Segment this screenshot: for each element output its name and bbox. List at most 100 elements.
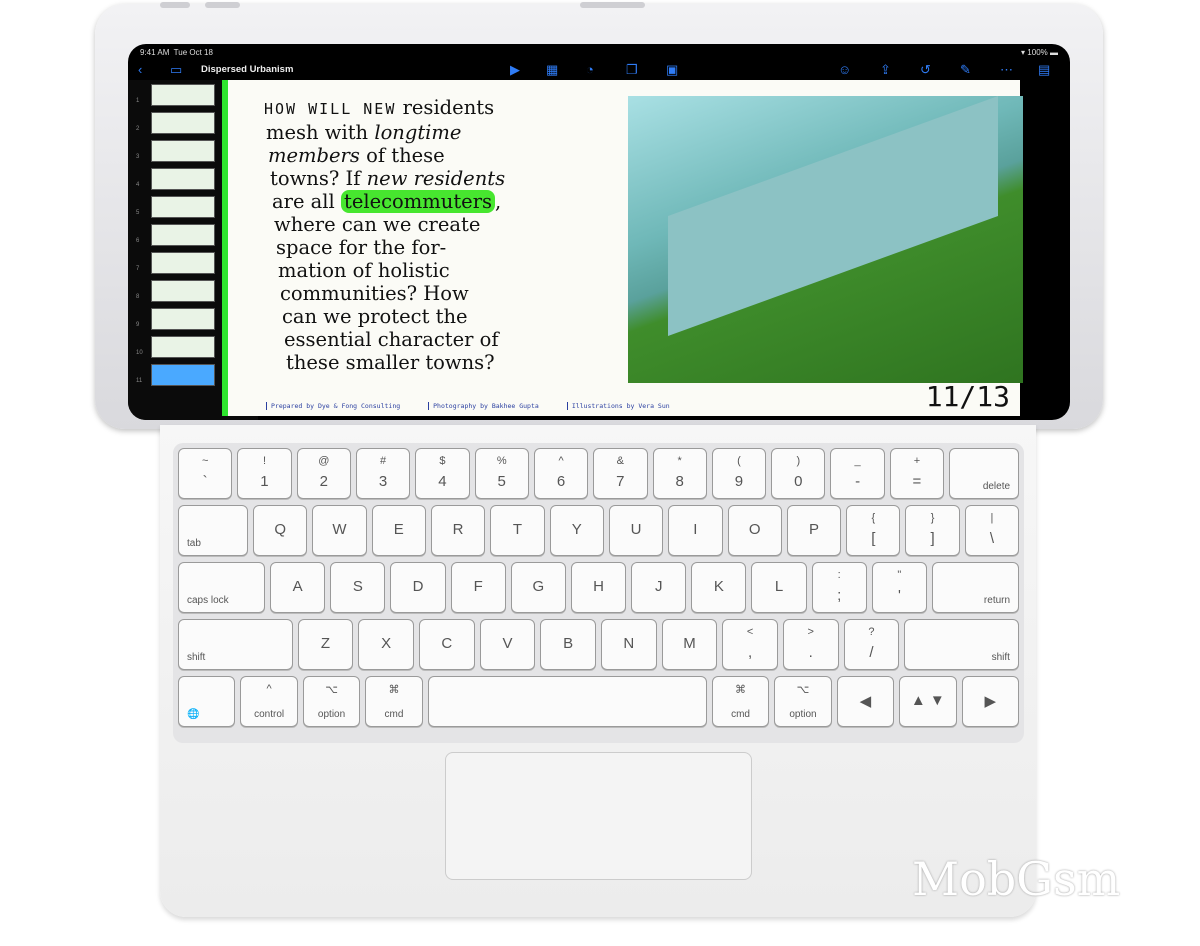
- key-label: J: [654, 578, 663, 595]
- back-icon[interactable]: ‹: [138, 62, 142, 77]
- key-y[interactable]: Y: [549, 505, 604, 556]
- key-2[interactable]: @2: [296, 448, 351, 499]
- document-icon[interactable]: ▤: [1038, 62, 1050, 78]
- key--[interactable]: _ -: [830, 448, 885, 499]
- key-▶[interactable]: ▶: [961, 676, 1019, 727]
- slide-photo[interactable]: [628, 95, 1023, 383]
- key-control[interactable]: ^ control: [240, 676, 298, 727]
- slide-thumbnail[interactable]: [151, 336, 215, 358]
- slide-thumbnail[interactable]: [151, 224, 215, 246]
- key-j[interactable]: J: [631, 562, 687, 613]
- key-o[interactable]: O: [727, 505, 782, 556]
- key-=[interactable]: + =: [889, 448, 945, 499]
- key-z[interactable]: Z: [297, 619, 354, 670]
- key-label: Z: [320, 635, 331, 652]
- key-delete[interactable]: delete: [949, 448, 1020, 499]
- key-.[interactable]: >.: [782, 619, 839, 670]
- key-space[interactable]: [427, 676, 707, 727]
- shapes-icon[interactable]: ❐: [626, 62, 638, 78]
- slide-thumbnail[interactable]: [151, 168, 215, 190]
- trackpad[interactable]: [445, 752, 752, 880]
- slide-thumbnail[interactable]: [151, 252, 215, 274]
- key-shift[interactable]: shift: [178, 619, 293, 670]
- key-d[interactable]: D: [390, 562, 446, 613]
- key-l[interactable]: L: [751, 562, 807, 613]
- key-6[interactable]: ^ 6: [533, 448, 589, 499]
- slide-thumbnail[interactable]: [151, 280, 215, 302]
- key-\[interactable]: | \: [964, 505, 1020, 556]
- key-cmd[interactable]: ⌘ cmd: [711, 676, 770, 727]
- key-label: M: [683, 635, 696, 652]
- key-,[interactable]: <,: [722, 619, 778, 670]
- key-][interactable]: }]: [905, 505, 960, 556]
- key-◀[interactable]: ◀: [836, 676, 895, 727]
- key-7[interactable]: & 7: [593, 448, 648, 499]
- slide-thumbnail[interactable]: [151, 140, 215, 162]
- key-s[interactable]: S: [330, 562, 386, 613]
- key-u[interactable]: U: [608, 505, 664, 556]
- table-icon[interactable]: ▦: [546, 62, 558, 78]
- format-brush-icon[interactable]: ✎: [960, 62, 971, 78]
- key-cmd[interactable]: ⌘ cmd: [365, 676, 423, 727]
- slide-thumbnail[interactable]: [151, 196, 215, 218]
- key-m[interactable]: M: [661, 619, 718, 670]
- key-`[interactable]: ~ `: [178, 448, 233, 499]
- key-w[interactable]: W: [312, 505, 367, 556]
- key-1[interactable]: ! 1: [237, 448, 292, 499]
- key-i[interactable]: I: [668, 505, 723, 556]
- key-p[interactable]: P: [786, 505, 842, 556]
- key-r[interactable]: R: [430, 505, 486, 556]
- key-/[interactable]: ? /: [843, 619, 900, 670]
- toolbar: ‹ ▭ Dispersed Urbanism ▶ ▦ ◔ ❐ ▣ ☺ ⇪ ↺ ✎…: [128, 60, 1070, 80]
- key-e[interactable]: E: [371, 505, 426, 556]
- more-icon[interactable]: ⋯: [1000, 62, 1013, 78]
- key-a[interactable]: A: [270, 562, 326, 613]
- sidebar-icon[interactable]: ▭: [170, 62, 182, 78]
- key-c[interactable]: C: [419, 619, 475, 670]
- key-n[interactable]: N: [600, 619, 657, 670]
- share-icon[interactable]: ⇪: [880, 62, 891, 78]
- slide-thumbnail[interactable]: [151, 84, 215, 106]
- key-g[interactable]: G: [510, 562, 566, 613]
- key-shift[interactable]: shift: [904, 619, 1019, 670]
- key-label: ^: [558, 455, 564, 467]
- key-9[interactable]: (9: [711, 448, 767, 499]
- media-icon[interactable]: ▣: [666, 62, 678, 78]
- key-label: T: [512, 521, 522, 538]
- collaborate-icon[interactable]: ☺: [838, 62, 851, 77]
- key-h[interactable]: H: [570, 562, 627, 613]
- key-🌐[interactable]: 🌐: [178, 676, 236, 727]
- key-t[interactable]: T: [490, 505, 545, 556]
- play-icon[interactable]: ▶: [510, 62, 520, 78]
- slide-thumbnail[interactable]: [151, 364, 215, 386]
- slide-text-line: members of these: [268, 144, 445, 167]
- key-0[interactable]: ) 0: [771, 448, 826, 499]
- key-▲-▼[interactable]: ▲ ▼: [899, 676, 957, 727]
- key-4[interactable]: $4: [415, 448, 470, 499]
- slide-thumbnail[interactable]: [151, 112, 215, 134]
- slide-thumbnail[interactable]: [151, 308, 215, 330]
- slide-canvas[interactable]: HOW WILL NEW residents mesh with longtime…: [222, 80, 1023, 416]
- document-title[interactable]: Dispersed Urbanism: [201, 64, 293, 75]
- key-caps-lock[interactable]: caps lock: [178, 562, 266, 613]
- key-v[interactable]: V: [479, 619, 536, 670]
- key-b[interactable]: B: [540, 619, 596, 670]
- key-q[interactable]: Q: [253, 505, 308, 556]
- slide-body-text[interactable]: HOW WILL NEW residents mesh with longtime…: [264, 96, 505, 374]
- key-8[interactable]: * 8: [652, 448, 707, 499]
- key-option[interactable]: ⌥ option: [302, 676, 361, 727]
- key-f[interactable]: F: [450, 562, 506, 613]
- key-3[interactable]: #3: [355, 448, 411, 499]
- key-option[interactable]: ⌥ option: [774, 676, 832, 727]
- key-k[interactable]: K: [691, 562, 747, 613]
- undo-icon[interactable]: ↺: [920, 62, 931, 78]
- key-'[interactable]: " ': [871, 562, 927, 613]
- key-x[interactable]: X: [358, 619, 414, 670]
- key-label: L: [774, 578, 784, 595]
- key-;[interactable]: :;: [811, 562, 867, 613]
- chart-icon[interactable]: ◔: [586, 62, 594, 77]
- key-[[interactable]: {[: [846, 505, 901, 556]
- key-return[interactable]: return: [931, 562, 1020, 613]
- key-5[interactable]: % 5: [474, 448, 529, 499]
- key-tab[interactable]: tab: [178, 505, 248, 556]
